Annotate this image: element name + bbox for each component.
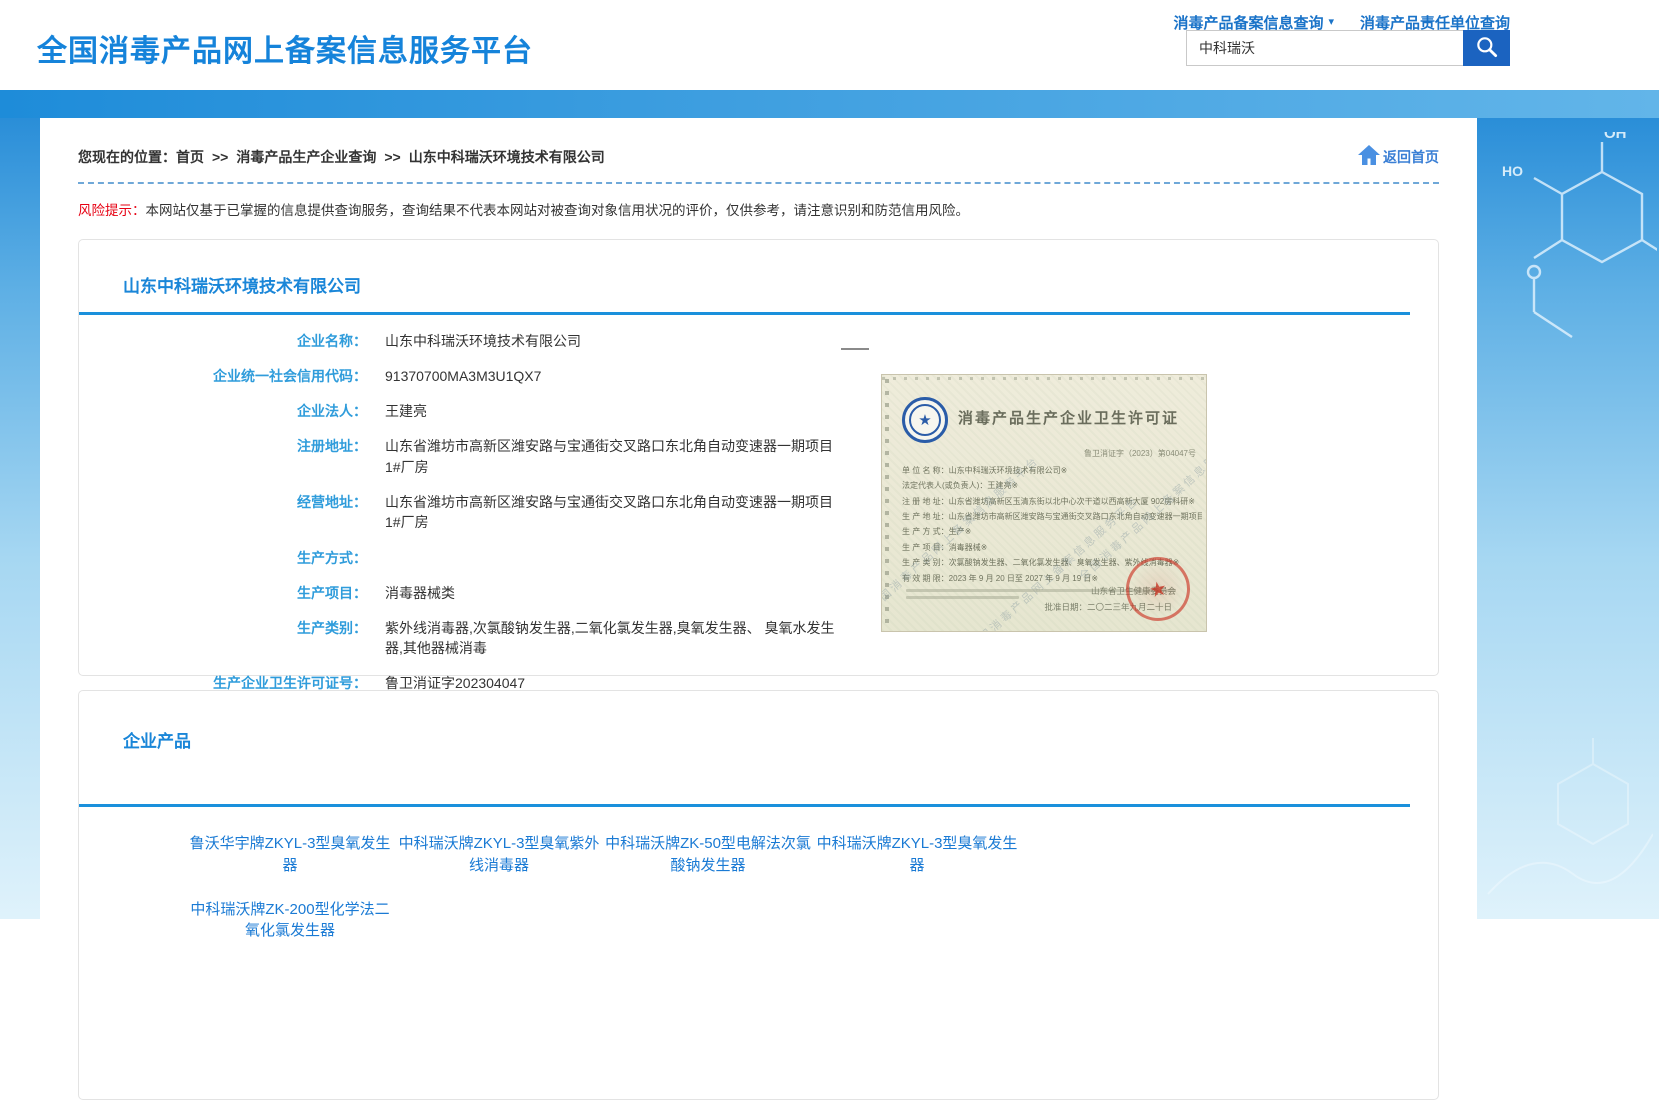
svg-text:HO: HO <box>1502 163 1523 179</box>
risk-notice-text: 本网站仅基于已掌握的信息提供查询服务，查询结果不代表本网站对被查询对象信用状况的… <box>146 203 970 218</box>
breadcrumb-home-link[interactable]: 首页 <box>176 149 204 165</box>
product-link[interactable]: 中科瑞沃牌ZK-200型化学法二氧化氯发生器 <box>187 899 393 943</box>
field-label: 注册地址： <box>79 429 367 485</box>
fineprint-bar <box>906 596 1019 599</box>
field-row-production-category: 生产类别： 紫外线消毒器,次氯酸钠发生器,二氧化氯发生器,臭氧发生器、 臭氧水发… <box>79 610 839 666</box>
field-value: 山东省潍坊市高新区潍安路与宝通街交叉路口东北角自动变速器一期项目1#厂房 <box>367 484 839 540</box>
hygiene-license-certificate-image: 全国消毒产品网上备案信息服务平台 全国消毒产品网上备案信息服务平台 全国消毒产品… <box>881 374 1207 632</box>
emblem-star-icon: ★ <box>909 404 941 436</box>
field-row-production-mode: 生产方式： <box>79 540 839 575</box>
field-value: 山东省潍坊市高新区潍安路与宝通街交叉路口东北角自动变速器一期项目1#厂房 <box>367 429 839 485</box>
company-info-card: 山东中科瑞沃环境技术有限公司 企业名称： 山东中科瑞沃环境技术有限公司 企业统一… <box>78 239 1439 676</box>
field-label: 企业统一社会信用代码： <box>79 358 367 393</box>
breadcrumb-separator: >> <box>212 149 228 165</box>
field-row-production-project: 生产项目： 消毒器械类 <box>79 575 839 610</box>
card-title-rule <box>79 312 1410 315</box>
certificate-title: 消毒产品生产企业卫生许可证 <box>958 407 1179 428</box>
field-value: 消毒器械类 <box>367 575 839 610</box>
scan-artifact-dash <box>841 348 869 350</box>
molecule-graphic: OH HO <box>1482 132 1657 387</box>
field-row-registered-address: 注册地址： 山东省潍坊市高新区潍安路与宝通街交叉路口东北角自动变速器一期项目1#… <box>79 429 839 485</box>
header-blue-band <box>0 90 1659 118</box>
search-button[interactable] <box>1463 30 1510 66</box>
field-label: 企业法人： <box>79 394 367 429</box>
field-row-company-name: 企业名称： 山东中科瑞沃环境技术有限公司 <box>79 323 839 358</box>
field-value: 山东中科瑞沃环境技术有限公司 <box>367 323 839 358</box>
breadcrumb-row: 您现在的位置：首页 >> 消毒产品生产企业查询 >> 山东中科瑞沃环境技术有限公司 返回… <box>78 118 1439 169</box>
field-label: 生产项目： <box>79 575 367 610</box>
product-link[interactable]: 鲁沃华宇牌ZKYL-3型臭氧发生器 <box>187 833 393 877</box>
field-value: 王建亮 <box>367 394 839 429</box>
page-body: OH HO 您现在的位置：首页 >> 消毒产品生产企业查询 >> 山东中科瑞沃环境技术有… <box>0 118 1659 919</box>
site-title: 全国消毒产品网上备案信息服务平台 <box>37 26 533 70</box>
breadcrumb-enterprise-query-link[interactable]: 消毒产品生产企业查询 <box>236 149 376 165</box>
field-value: 91370700MA3M3U1QX7 <box>367 358 839 393</box>
card-title-rule <box>79 804 1410 807</box>
caret-down-icon[interactable]: ▾ <box>1328 17 1334 28</box>
field-label: 生产类别： <box>79 610 367 666</box>
search-input[interactable] <box>1186 30 1463 66</box>
certificate-line: 单 位 名 称：山东中科瑞沃环境技术有限公司※ <box>902 463 1202 478</box>
home-icon <box>1357 144 1381 169</box>
product-list: 鲁沃华宇牌ZKYL-3型臭氧发生器 中科瑞沃牌ZKYL-3型臭氧紫外线消毒器 中… <box>187 833 1037 964</box>
breadcrumb: 您现在的位置：首页 >> 消毒产品生产企业查询 >> 山东中科瑞沃环境技术有限公司 <box>78 147 605 167</box>
search-icon <box>1474 34 1500 63</box>
risk-notice-label: 风险提示： <box>78 203 146 218</box>
breadcrumb-separator: >> <box>384 149 400 165</box>
main-container: 您现在的位置：首页 >> 消毒产品生产企业查询 >> 山东中科瑞沃环境技术有限公司 返回… <box>40 118 1477 919</box>
risk-notice: 风险提示：本网站仅基于已掌握的信息提供查询服务，查询结果不代表本网站对被查询对象… <box>78 199 1439 219</box>
search-bar <box>1186 30 1510 66</box>
field-row-business-address: 经营地址： 山东省潍坊市高新区潍安路与宝通街交叉路口东北角自动变速器一期项目1#… <box>79 484 839 540</box>
field-label: 生产方式： <box>79 540 367 575</box>
svg-text:OH: OH <box>1604 132 1627 142</box>
certificate-line: 生 产 项 目：消毒器械※ <box>902 540 1202 555</box>
certificate-line: 法定代表人(或负责人)：王建亮※ <box>902 478 1202 493</box>
products-card-title: 企业产品 <box>79 691 1438 752</box>
field-label: 经营地址： <box>79 484 367 540</box>
product-link[interactable]: 中科瑞沃牌ZK-50型电解法次氯酸钠发生器 <box>605 833 811 877</box>
company-products-card: 企业产品 鲁沃华宇牌ZKYL-3型臭氧发生器 中科瑞沃牌ZKYL-3型臭氧紫外线… <box>78 690 1439 1100</box>
field-label: 企业名称： <box>79 323 367 358</box>
product-link[interactable]: 中科瑞沃牌ZKYL-3型臭氧发生器 <box>814 833 1020 877</box>
product-link[interactable]: 中科瑞沃牌ZKYL-3型臭氧紫外线消毒器 <box>396 833 602 877</box>
certificate-header: ★ 消毒产品生产企业卫生许可证 <box>902 397 1196 443</box>
field-row-legal-person: 企业法人： 王建亮 <box>79 394 839 429</box>
certificate-line: 注 册 地 址：山东省潍坊高新区玉清东街以北中心次干道以西高新大厦 902房科研… <box>902 494 1202 509</box>
certificate-line: 生 产 方 式：生产※ <box>902 524 1202 539</box>
certificate-number: 鲁卫消证字（2023）第04047号 <box>882 448 1196 459</box>
seal-star-icon: ★ <box>1147 575 1170 603</box>
field-row-credit-code: 企业统一社会信用代码： 91370700MA3M3U1QX7 <box>79 358 839 393</box>
molecule-graphic-faint <box>1483 724 1653 909</box>
company-fields-table: 企业名称： 山东中科瑞沃环境技术有限公司 企业统一社会信用代码： 9137070… <box>79 323 839 737</box>
field-value <box>367 540 839 575</box>
field-value: 紫外线消毒器,次氯酸钠发生器,二氧化氯发生器,臭氧发生器、 臭氧水发生器,其他器… <box>367 610 839 666</box>
breadcrumb-prefix: 您现在的位置： <box>78 149 176 165</box>
breadcrumb-current: 山东中科瑞沃环境技术有限公司 <box>409 149 605 165</box>
national-emblem-icon: ★ <box>902 397 948 443</box>
back-home-link[interactable]: 返回首页 <box>1357 144 1439 169</box>
certificate-line: 生 产 地 址：山东省潍坊市高新区潍安路与宝通街交叉路口东北角自动变速器一期项目… <box>902 509 1202 524</box>
page-header: 全国消毒产品网上备案信息服务平台 消毒产品备案信息查询 ▾ 消毒产品责任单位查询 <box>0 0 1659 90</box>
company-card-title: 山东中科瑞沃环境技术有限公司 <box>79 240 1438 297</box>
dashed-divider <box>78 182 1439 184</box>
